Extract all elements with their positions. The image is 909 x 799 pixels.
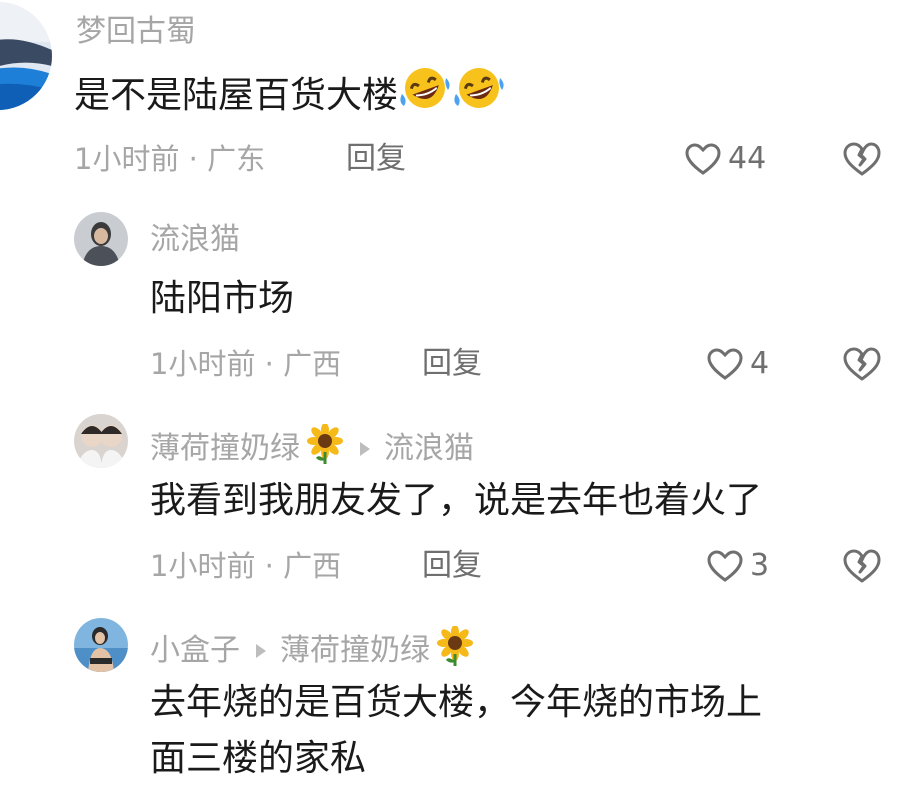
comment-username[interactable]: 梦回古蜀 [76,14,196,50]
heart-icon [707,348,743,380]
like-button[interactable]: 3 [706,548,769,584]
reply-arrow-icon [256,643,266,658]
avatar[interactable] [74,212,128,266]
dislike-button[interactable] [842,548,882,588]
reply-username[interactable]: 小盒子 薄荷撞奶绿 [150,625,474,675]
dislike-button[interactable] [842,141,882,181]
avatar[interactable] [74,414,128,468]
like-count: 4 [750,346,770,381]
reply-button[interactable]: 回复 [346,141,406,177]
comment-thread: 梦回古蜀 是不是陆屋百货大楼 1小时前 · 广东 回复 44 流浪猫 陆阳市场 … [0,0,909,799]
avatar[interactable] [74,618,128,672]
sunflower-icon [306,423,344,473]
reply-to-username[interactable]: 薄荷撞奶绿 [280,633,430,669]
broken-heart-icon [843,142,881,176]
like-count: 44 [728,141,767,176]
like-button[interactable]: 44 [684,141,766,177]
comment-timestamp-location: 1小时前 · 广东 [74,142,266,176]
reply-button[interactable]: 回复 [422,548,482,584]
laughing-emoji-icon [452,64,506,130]
heart-icon [707,550,743,582]
reply-timestamp-location: 1小时前 · 广西 [150,347,342,381]
reply-to-username[interactable]: 流浪猫 [384,431,474,467]
reply-button[interactable]: 回复 [422,346,482,382]
reply-arrow-icon [360,441,370,456]
heart-icon [685,143,721,175]
avatar[interactable] [0,2,52,110]
reply-username[interactable]: 薄荷撞奶绿 流浪猫 [150,423,474,473]
reply-username-text: 小盒子 [150,632,240,668]
like-count: 3 [750,548,770,583]
reply-text-line-2: 面三楼的家私 [150,738,367,779]
like-button[interactable]: 4 [706,346,769,382]
reply-text: 陆阳市场 [150,278,295,319]
reply-username[interactable]: 流浪猫 [150,222,240,258]
reply-timestamp-location: 1小时前 · 广西 [150,549,342,583]
laughing-emoji-icon [398,64,452,130]
reply-text: 我看到我朋友发了，说是去年也着火了 [150,480,763,521]
reply-username-text: 薄荷撞奶绿 [150,430,300,466]
comment-text: 是不是陆屋百货大楼 [74,64,506,130]
dislike-button[interactable] [842,346,882,386]
comment-text-content: 是不是陆屋百货大楼 [74,75,399,116]
broken-heart-icon [843,347,881,381]
reply-text-line-1: 去年烧的是百货大楼，今年烧的市场上 [150,682,763,723]
broken-heart-icon [843,549,881,583]
sunflower-icon [436,625,474,675]
